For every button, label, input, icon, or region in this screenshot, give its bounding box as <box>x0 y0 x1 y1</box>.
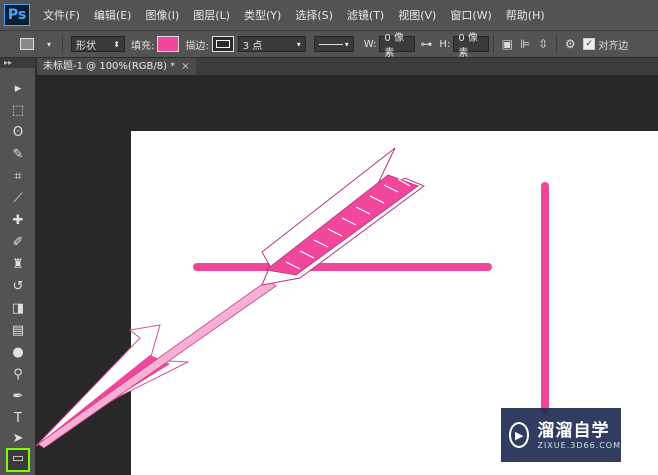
canvas-artwork <box>35 147 549 449</box>
arrow-shaft <box>37 279 277 449</box>
play-icon: ▶ <box>509 422 530 448</box>
watermark-logo: ▶ 溜溜自学 ZIXUE.3D66.COM <box>501 408 621 462</box>
arrow-shape <box>35 147 426 449</box>
watermark-subtitle: ZIXUE.3D66.COM <box>537 440 621 450</box>
watermark-title: 溜溜自学 <box>537 420 610 441</box>
